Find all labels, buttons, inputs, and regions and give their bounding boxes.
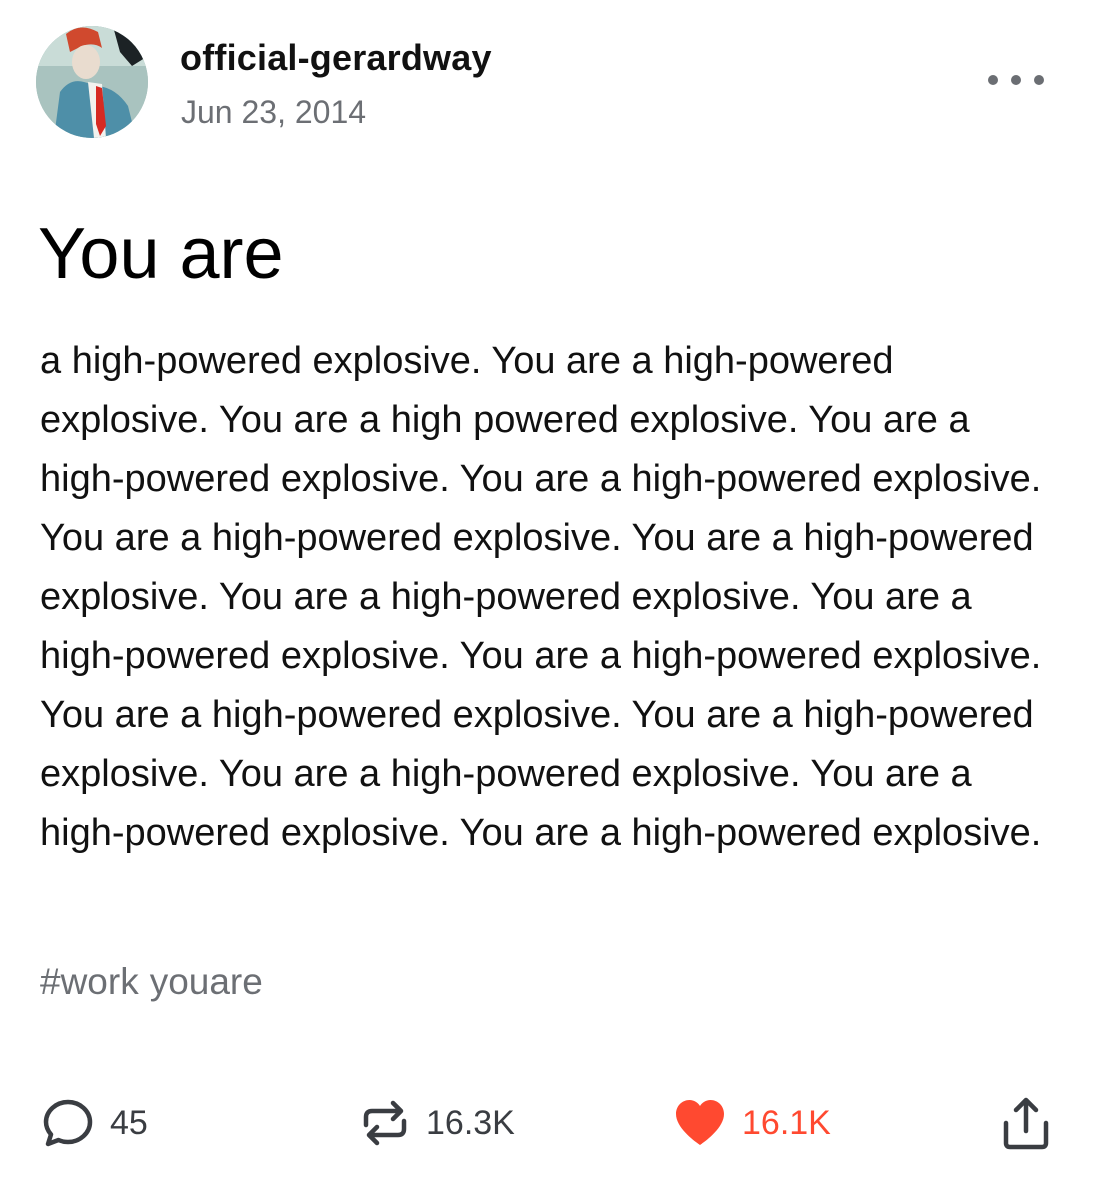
more-options-button[interactable]	[988, 66, 1044, 94]
comment-icon	[43, 1099, 93, 1147]
like-button[interactable]: 16.1K	[672, 1090, 831, 1156]
reblog-button[interactable]: 16.3K	[358, 1090, 515, 1156]
share-icon	[1003, 1097, 1049, 1150]
replies-count: 45	[110, 1104, 148, 1142]
tag[interactable]: #work	[40, 961, 139, 1002]
more-options-icon-dot	[1011, 75, 1021, 85]
tag[interactable]: youare	[150, 961, 263, 1002]
reblogs-count: 16.3K	[426, 1104, 515, 1142]
replies-button[interactable]: 45	[40, 1090, 148, 1156]
author-username[interactable]: official-gerardway	[180, 36, 492, 80]
post-body: a high-powered explosive. You are a high…	[40, 340, 1042, 854]
avatar-photo	[36, 26, 148, 138]
share-button[interactable]	[996, 1090, 1056, 1156]
likes-count: 16.1K	[742, 1104, 831, 1142]
post-date: Jun 23, 2014	[181, 94, 367, 130]
heart-icon	[676, 1100, 724, 1145]
more-options-icon-dot	[1034, 75, 1044, 85]
tumblr-post: official-gerardway Jun 23, 2014 You are …	[0, 0, 1099, 1200]
more-options-icon	[988, 75, 998, 85]
post-tags: #work youare	[40, 954, 274, 1010]
post-title: You are	[38, 214, 284, 294]
reblog-icon	[363, 1100, 407, 1146]
avatar[interactable]	[36, 26, 148, 138]
